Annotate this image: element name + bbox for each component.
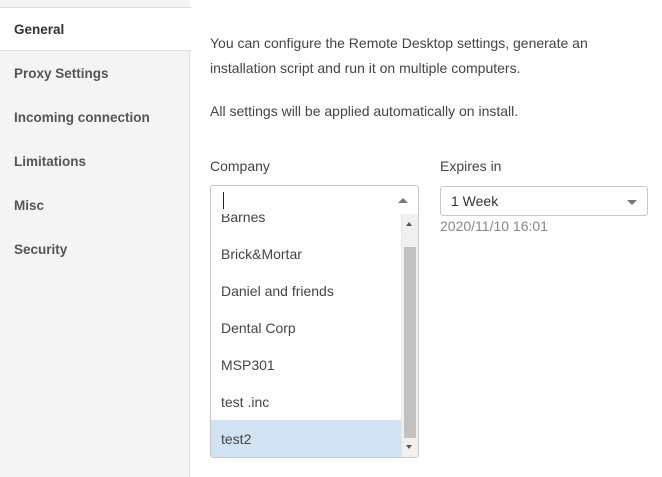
company-options: Barnes Brick&Mortar Daniel and friends D… xyxy=(211,214,401,457)
company-option-daniel-and-friends[interactable]: Daniel and friends xyxy=(211,272,401,309)
general-settings-panel: You can configure the Remote Desktop set… xyxy=(210,0,662,477)
chevron-up-icon[interactable] xyxy=(398,198,408,203)
sidebar-item-general[interactable]: General xyxy=(0,7,191,51)
expires-select[interactable]: 1 Week xyxy=(440,186,648,216)
company-label: Company xyxy=(210,158,270,174)
sidebar-item-limitations[interactable]: Limitations xyxy=(0,139,190,183)
scroll-down-arrow-icon[interactable] xyxy=(406,445,412,449)
text-cursor xyxy=(223,192,224,209)
dropdown-scrollbar[interactable] xyxy=(401,214,418,457)
company-combobox[interactable] xyxy=(210,185,419,215)
company-option-test-inc[interactable]: test .inc xyxy=(211,383,401,420)
chevron-down-icon xyxy=(627,200,637,205)
company-option-dental-corp[interactable]: Dental Corp xyxy=(211,309,401,346)
scroll-up-arrow-icon[interactable] xyxy=(406,222,412,226)
expires-label: Expires in xyxy=(440,158,502,174)
remote-desktop-settings: General Proxy Settings Incoming connecti… xyxy=(0,0,662,477)
sidebar-item-proxy-settings[interactable]: Proxy Settings xyxy=(0,51,190,95)
sidebar-item-incoming-connection[interactable]: Incoming connection xyxy=(0,95,190,139)
scrollbar-thumb[interactable] xyxy=(404,247,416,438)
company-option-barnes[interactable]: Barnes xyxy=(211,214,401,235)
description-text: You can configure the Remote Desktop set… xyxy=(210,35,588,76)
sidebar-item-security[interactable]: Security xyxy=(0,227,190,271)
company-option-brick-mortar[interactable]: Brick&Mortar xyxy=(211,235,401,272)
expires-select-value: 1 Week xyxy=(451,193,499,209)
company-option-test2[interactable]: test2 xyxy=(211,420,401,457)
expiry-date-text: 2020/11/10 16:01 xyxy=(440,218,548,234)
sidebar-item-misc[interactable]: Misc xyxy=(0,183,190,227)
company-option-msp301[interactable]: MSP301 xyxy=(211,346,401,383)
auto-apply-note: All settings will be applied automatical… xyxy=(210,103,519,119)
settings-sidebar: General Proxy Settings Incoming connecti… xyxy=(0,0,191,477)
company-dropdown-list: Barnes Brick&Mortar Daniel and friends D… xyxy=(210,214,419,458)
